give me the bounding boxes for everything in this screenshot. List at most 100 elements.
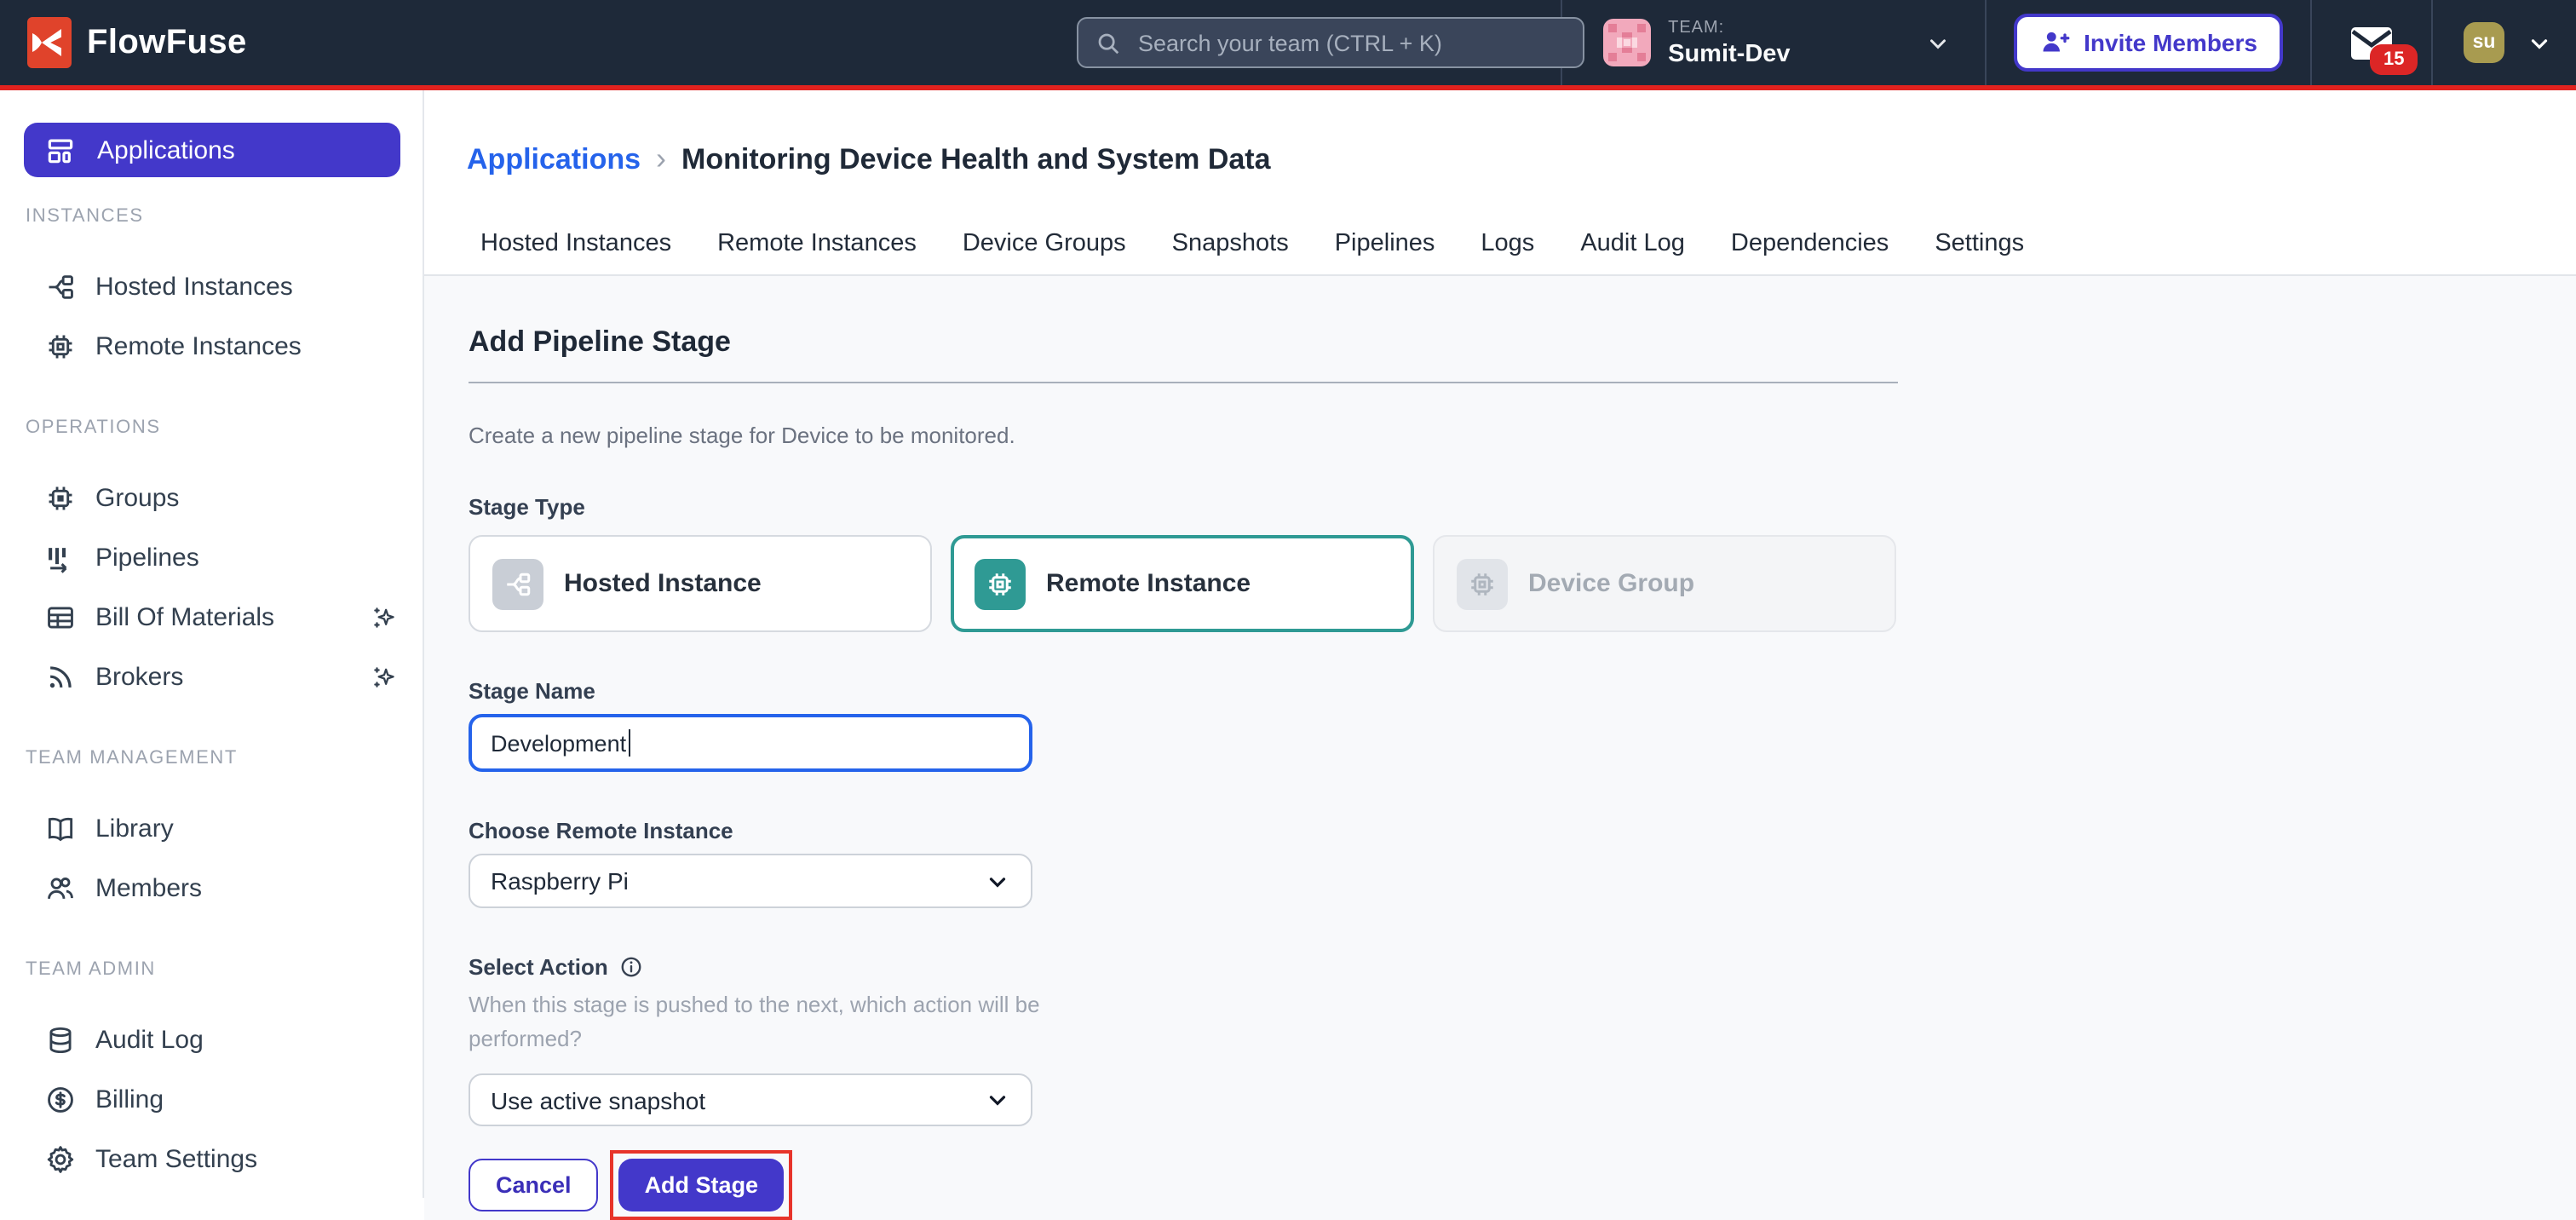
sidebar-section-title: TEAM ADMIN xyxy=(26,959,399,980)
remote-instance-value: Raspberry Pi xyxy=(491,867,629,895)
breadcrumb-applications-link[interactable]: Applications xyxy=(467,142,641,176)
user-plus-icon xyxy=(2039,27,2070,58)
form-description: Create a new pipeline stage for Device t… xyxy=(469,423,2576,448)
team-name: Sumit-Dev xyxy=(1668,40,1790,67)
notifications-button[interactable]: 15 xyxy=(2312,0,2431,85)
remote-instance-label: Choose Remote Instance xyxy=(469,818,2576,843)
sidebar-item-audit-log[interactable]: Audit Log xyxy=(0,1010,423,1070)
search-icon xyxy=(1095,30,1121,55)
sidebar-item-pipelines[interactable]: Pipelines xyxy=(0,528,423,588)
sidebar-item-label: Hosted Instances xyxy=(95,273,293,302)
database-icon xyxy=(44,1024,77,1056)
stage-type-option-label: Device Group xyxy=(1528,569,1694,598)
sidebar-item-billing[interactable]: Billing xyxy=(0,1070,423,1130)
user-menu[interactable]: su xyxy=(2433,0,2576,85)
stage-type-hosted-instance[interactable]: Hosted Instance xyxy=(469,535,932,632)
sidebar-item-library[interactable]: Library xyxy=(0,799,423,859)
info-icon[interactable] xyxy=(618,954,644,980)
add-stage-button[interactable]: Add Stage xyxy=(619,1159,785,1211)
dollar-icon xyxy=(44,1084,77,1116)
breadcrumb: Applications › Monitoring Device Health … xyxy=(424,90,2576,177)
sidebar-item-label: Library xyxy=(95,814,174,843)
sidebar-item-label: Team Settings xyxy=(95,1145,257,1174)
sidebar-item-remote-instances[interactable]: Remote Instances xyxy=(0,317,423,377)
sidebar-item-hosted-instances[interactable]: Hosted Instances xyxy=(0,257,423,317)
text-cursor xyxy=(628,729,630,757)
team-selector[interactable]: TEAM: Sumit-Dev xyxy=(1562,0,1985,85)
rss-icon xyxy=(44,661,77,693)
breadcrumb-separator: › xyxy=(656,141,666,177)
team-label: TEAM: xyxy=(1668,18,1790,37)
sidebar-section-title: OPERATIONS xyxy=(26,417,399,438)
select-action-label-text: Select Action xyxy=(469,954,608,980)
hierarchy-icon xyxy=(492,558,543,609)
app-window: FlowFuse TEAM: Sumit-Dev xyxy=(0,0,2576,1198)
sidebar-item-label: Remote Instances xyxy=(95,332,302,361)
action-select[interactable]: Use active snapshot xyxy=(469,1073,1032,1126)
tab-audit-log[interactable]: Audit Log xyxy=(1580,230,1685,274)
sidebar-item-groups[interactable]: Groups xyxy=(0,469,423,528)
hierarchy-icon xyxy=(44,271,77,303)
chip-icon xyxy=(975,558,1026,609)
brand-name: FlowFuse xyxy=(87,23,247,62)
invite-members-button[interactable]: Invite Members xyxy=(2014,14,2283,72)
chevron-down-icon xyxy=(1925,30,1951,55)
table-icon xyxy=(44,601,77,634)
sidebar-item-applications[interactable]: Applications xyxy=(24,123,400,177)
tab-dependencies[interactable]: Dependencies xyxy=(1731,230,1889,274)
stage-name-label: Stage Name xyxy=(469,678,2576,704)
chip-icon xyxy=(44,331,77,363)
users-icon xyxy=(44,872,77,905)
tab-snapshots[interactable]: Snapshots xyxy=(1172,230,1289,274)
sidebar-item-label: Brokers xyxy=(95,663,183,692)
stage-type-option-label: Remote Instance xyxy=(1046,569,1251,598)
divider xyxy=(469,382,1898,383)
chevron-down-icon xyxy=(985,868,1010,894)
remote-instance-select[interactable]: Raspberry Pi xyxy=(469,854,1032,908)
chevron-down-icon xyxy=(985,1087,1010,1113)
sidebar-item-label: Bill Of Materials xyxy=(95,603,274,632)
sidebar-item-label: Audit Log xyxy=(95,1026,204,1055)
tab-logs[interactable]: Logs xyxy=(1481,230,1534,274)
cancel-button[interactable]: Cancel xyxy=(469,1159,599,1211)
flowfuse-logo-icon xyxy=(27,17,72,68)
chevron-down-icon xyxy=(2527,30,2552,55)
action-value: Use active snapshot xyxy=(491,1086,705,1114)
sparkles-icon xyxy=(370,603,399,632)
sidebar-section-title: INSTANCES xyxy=(26,206,399,227)
search-input[interactable] xyxy=(1135,28,1566,57)
stage-type-label: Stage Type xyxy=(469,494,2576,520)
tab-pipelines[interactable]: Pipelines xyxy=(1335,230,1435,274)
sidebar: Applications INSTANCES Hosted Instances … xyxy=(0,90,424,1198)
brand[interactable]: FlowFuse xyxy=(0,17,247,68)
stage-type-options: Hosted Instance Remote Instance Device G… xyxy=(469,535,2576,632)
form-actions: Cancel Add Stage xyxy=(469,1150,2576,1220)
sidebar-item-label: Pipelines xyxy=(95,544,199,573)
tab-remote-instances[interactable]: Remote Instances xyxy=(717,230,917,274)
page-title: Monitoring Device Health and System Data xyxy=(681,142,1271,176)
team-search[interactable] xyxy=(1077,17,1584,68)
chip-group-icon xyxy=(1457,558,1508,609)
main-area: Applications › Monitoring Device Health … xyxy=(424,90,2576,1198)
applications-icon xyxy=(44,134,77,166)
stage-name-value: Development xyxy=(491,730,626,756)
tab-settings[interactable]: Settings xyxy=(1935,230,2024,274)
sidebar-item-bill-of-materials[interactable]: Bill Of Materials xyxy=(0,588,423,647)
book-icon xyxy=(44,813,77,845)
sidebar-item-brokers[interactable]: Brokers xyxy=(0,647,423,707)
stage-type-option-label: Hosted Instance xyxy=(564,569,762,598)
pipelines-icon xyxy=(44,542,77,574)
stage-name-input[interactable]: Development xyxy=(469,714,1032,772)
user-avatar: su xyxy=(2464,22,2504,63)
sidebar-item-members[interactable]: Members xyxy=(0,859,423,918)
sidebar-item-label: Members xyxy=(95,874,202,903)
sidebar-item-team-settings[interactable]: Team Settings xyxy=(0,1130,423,1189)
tab-device-groups[interactable]: Device Groups xyxy=(963,230,1126,274)
select-action-label: Select Action xyxy=(469,954,2576,980)
form-panel: Add Pipeline Stage Create a new pipeline… xyxy=(424,276,2576,1220)
sidebar-section-title: TEAM MANAGEMENT xyxy=(26,748,399,768)
tab-hosted-instances[interactable]: Hosted Instances xyxy=(480,230,671,274)
navbar-right: TEAM: Sumit-Dev Invite Members xyxy=(1561,0,2576,85)
chip-group-icon xyxy=(44,482,77,515)
stage-type-remote-instance[interactable]: Remote Instance xyxy=(951,535,1414,632)
